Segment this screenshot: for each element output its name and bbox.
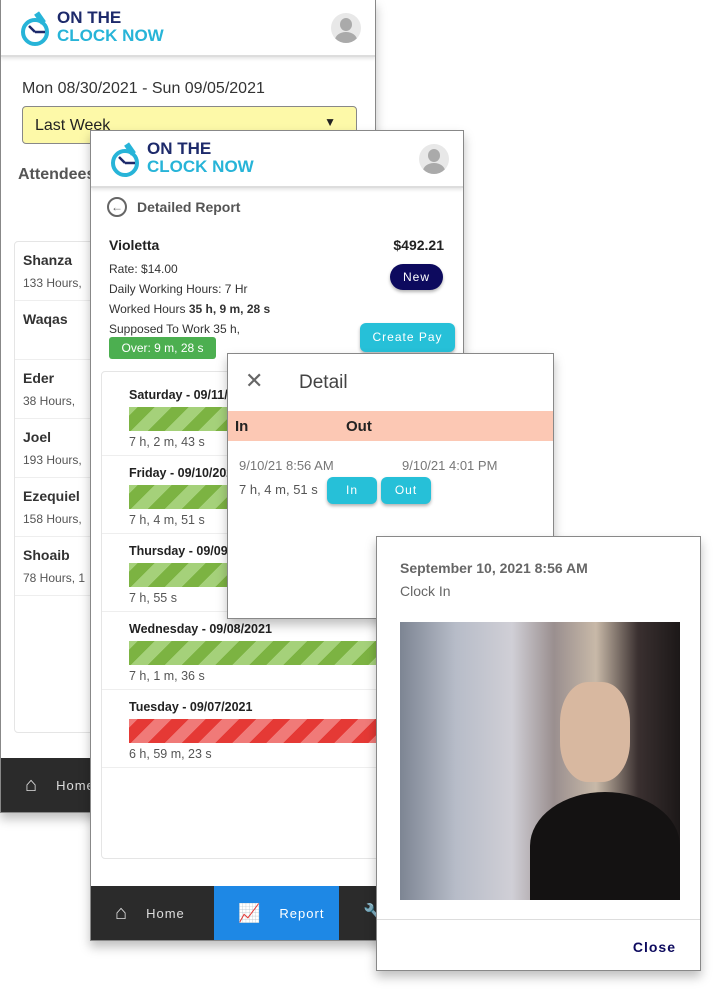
in-time: 9/10/21 8:56 AM [239, 458, 334, 473]
photo-dialog: September 10, 2021 8:56 AM Clock In Clos… [376, 536, 701, 971]
clock-in-photo [400, 622, 680, 900]
out-photo-button[interactable]: Out [381, 477, 431, 504]
clock-logo-icon [111, 142, 139, 177]
back-button[interactable]: ← Detailed Report [107, 197, 240, 217]
employee-name: Violetta [109, 237, 160, 253]
app-header: ON THE CLOCK NOW [91, 131, 463, 188]
caret-down-icon: ▼ [324, 115, 336, 129]
date-range: Mon 08/30/2021 - Sun 09/05/2021 [22, 80, 265, 97]
in-photo-button[interactable]: In [327, 477, 377, 504]
home-icon: ⌂ [115, 901, 129, 924]
close-icon[interactable]: ✕ [245, 368, 263, 394]
amount: $492.21 [393, 237, 444, 253]
daily-hours: Daily Working Hours: 7 Hr [109, 282, 248, 296]
worked-hours: Worked Hours 35 h, 9 m, 28 s [109, 302, 271, 316]
divider [377, 919, 700, 920]
close-button[interactable]: Close [633, 939, 676, 955]
create-pay-button[interactable]: Create Pay [360, 323, 455, 352]
status-badge[interactable]: New [390, 264, 443, 290]
chart-icon: 📈 [238, 902, 262, 923]
logo: ON THE CLOCK NOW [109, 139, 254, 177]
section-title: Attendees [18, 166, 96, 183]
duration: 7 h, 4 m, 51 s [239, 482, 318, 497]
clock-logo-icon [21, 11, 49, 46]
nav-report[interactable]: 📈 Report [214, 886, 339, 940]
dialog-title: Detail [299, 372, 348, 393]
table-header: In Out [228, 411, 553, 441]
avatar[interactable] [419, 144, 449, 174]
photo-type: Clock In [400, 583, 451, 599]
over-badge: Over: 9 m, 28 s [109, 337, 216, 359]
avatar[interactable] [331, 13, 361, 43]
logo: ON THE CLOCK NOW [19, 8, 164, 46]
nav-home[interactable]: ⌂ Home [91, 886, 214, 940]
home-icon: ⌂ [25, 773, 39, 796]
app-header: ON THE CLOCK NOW [1, 0, 375, 57]
photo-datetime: September 10, 2021 8:56 AM [400, 560, 588, 576]
back-arrow-icon: ← [107, 197, 127, 217]
supposed-hours: Supposed To Work 35 h, [109, 322, 240, 336]
rate: Rate: $14.00 [109, 262, 178, 276]
out-time: 9/10/21 4:01 PM [402, 458, 498, 473]
